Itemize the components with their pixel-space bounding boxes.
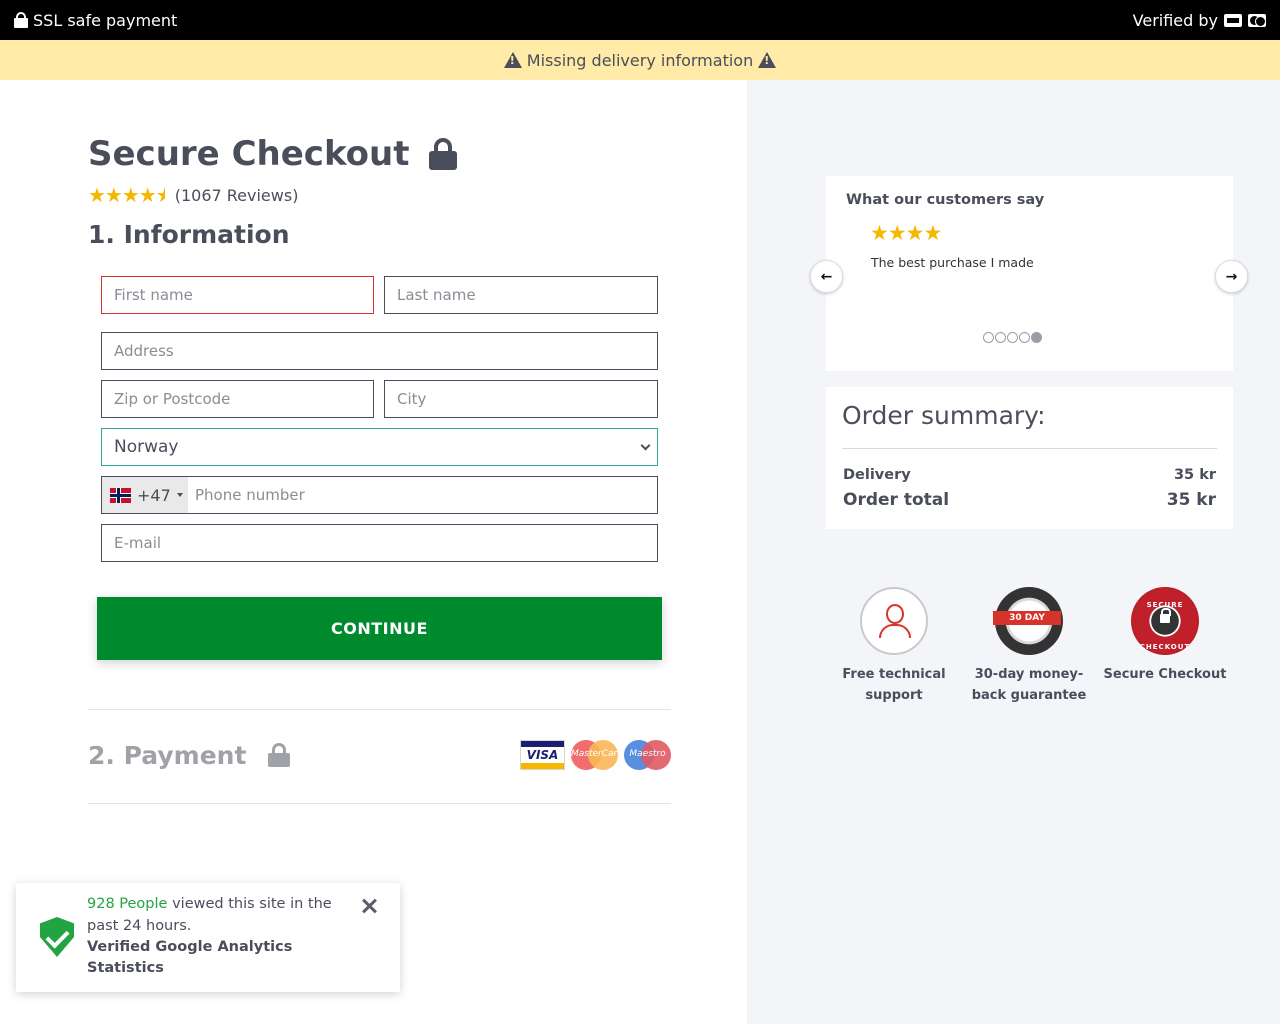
warning-text: Missing delivery information	[526, 50, 754, 70]
carousel-dot[interactable]	[1019, 332, 1030, 343]
visa-card-icon: VISA	[520, 740, 565, 770]
rating: ★★★★★ (1067 Reviews)	[88, 183, 298, 207]
arrow-left-icon: ←	[820, 268, 833, 285]
carousel-dot[interactable]	[983, 332, 994, 343]
carousel-dot[interactable]	[995, 332, 1006, 343]
email-placeholder: E-mail	[114, 534, 162, 552]
divider	[842, 448, 1217, 449]
address-field[interactable]: Address	[101, 332, 658, 370]
top-bar: SSL safe payment Verified by	[0, 0, 1280, 40]
delivery-row: Delivery 35 kr	[843, 467, 1216, 483]
total-label: Order total	[843, 490, 950, 510]
mastercard-card-icon: MasterCard	[571, 740, 623, 770]
total-value: 35 kr	[1166, 490, 1216, 510]
payment-section-title: 2. Payment	[88, 740, 247, 770]
review-stars-icon: ★★★★	[870, 221, 942, 245]
lock-icon	[429, 138, 458, 170]
warning-icon	[758, 52, 777, 68]
close-icon[interactable]	[361, 897, 379, 915]
country-value: Norway	[114, 437, 179, 457]
warning-banner: Missing delivery information	[0, 40, 1280, 80]
maestro-card-icon: Maestro	[624, 740, 671, 770]
visa-icon	[1224, 13, 1242, 27]
carousel-dot[interactable]	[1007, 332, 1018, 343]
divider	[88, 803, 671, 804]
country-select[interactable]: Norway	[101, 428, 658, 466]
lock-icon	[268, 743, 291, 767]
secure-checkout-badge-label: Secure Checkout	[1103, 667, 1227, 682]
total-row: Order total 35 kr	[843, 490, 1216, 510]
review-quote: The best purchase I made	[871, 255, 1034, 270]
support-agent-icon	[860, 587, 928, 655]
carousel-dots	[983, 332, 1042, 343]
phone-code: +47	[137, 485, 171, 505]
divider	[88, 709, 671, 710]
warning-icon	[503, 52, 522, 68]
lock-icon	[14, 12, 28, 28]
last-name-placeholder: Last name	[397, 286, 476, 304]
money-back-badge: 30 DAY 30-day money-back guarantee	[959, 587, 1099, 706]
payment-cards: VISA MasterCard Maestro	[520, 740, 671, 770]
first-name-field[interactable]: First name	[101, 276, 374, 314]
zip-field[interactable]: Zip or Postcode	[101, 380, 374, 418]
delivery-value: 35 kr	[1173, 467, 1216, 483]
zip-placeholder: Zip or Postcode	[114, 390, 231, 408]
rating-stars-icon: ★★★★★	[88, 183, 165, 207]
checkout-header: Secure Checkout	[88, 134, 458, 174]
support-badge: Free technical support	[824, 587, 964, 706]
order-summary-title: Order summary:	[842, 401, 1046, 430]
money-back-seal-icon: 30 DAY	[993, 587, 1063, 655]
continue-button[interactable]: CONTINUE	[97, 597, 662, 660]
phone-placeholder: Phone number	[195, 486, 305, 504]
social-proof-toast: 928 People viewed this site in the past …	[16, 883, 400, 992]
page-title: Secure Checkout	[88, 134, 410, 174]
verified-text: Verified by	[1132, 10, 1218, 30]
reviews-carousel: What our customers say ★★★★ The best pur…	[826, 176, 1233, 371]
phone-field[interactable]: +47 Phone number	[101, 476, 658, 514]
email-field[interactable]: E-mail	[101, 524, 658, 562]
city-placeholder: City	[397, 390, 427, 408]
arrow-right-icon: →	[1225, 268, 1238, 285]
visitor-count: 928 People	[87, 896, 168, 912]
carousel-next-button[interactable]: →	[1215, 260, 1248, 293]
address-placeholder: Address	[114, 342, 174, 360]
information-section-title: 1. Information	[88, 220, 290, 249]
country-code-selector[interactable]: +47	[102, 477, 188, 513]
city-field[interactable]: City	[384, 380, 658, 418]
delivery-label: Delivery	[843, 467, 911, 483]
payment-section[interactable]: 2. Payment VISA MasterCard Maestro	[88, 740, 671, 770]
mastercard-icon	[1248, 13, 1266, 27]
support-badge-label: Free technical support	[842, 667, 946, 703]
carousel-prev-button[interactable]: ←	[810, 260, 843, 293]
toast-message: 928 People viewed this site in the past …	[87, 893, 347, 979]
carousel-dot-active[interactable]	[1031, 332, 1042, 343]
toast-verified-text: Verified Google Analytics Statistics	[87, 939, 293, 976]
last-name-field[interactable]: Last name	[384, 276, 658, 314]
reviews-count: (1067 Reviews)	[174, 185, 299, 205]
chevron-down-icon	[640, 440, 651, 450]
secure-checkout-seal-icon: SECURE CHECKOUT	[1131, 587, 1199, 655]
verified-shield-icon	[40, 917, 74, 957]
ssl-text: SSL safe payment	[33, 10, 178, 30]
order-summary: Order summary: Delivery 35 kr Order tota…	[826, 387, 1233, 529]
reviews-heading: What our customers say	[846, 192, 1045, 208]
money-back-badge-label: 30-day money-back guarantee	[971, 667, 1087, 703]
first-name-placeholder: First name	[114, 286, 193, 304]
norway-flag-icon	[110, 487, 131, 503]
dropdown-arrow-icon	[176, 493, 183, 497]
secure-checkout-badge: SECURE CHECKOUT Secure Checkout	[1095, 587, 1235, 685]
